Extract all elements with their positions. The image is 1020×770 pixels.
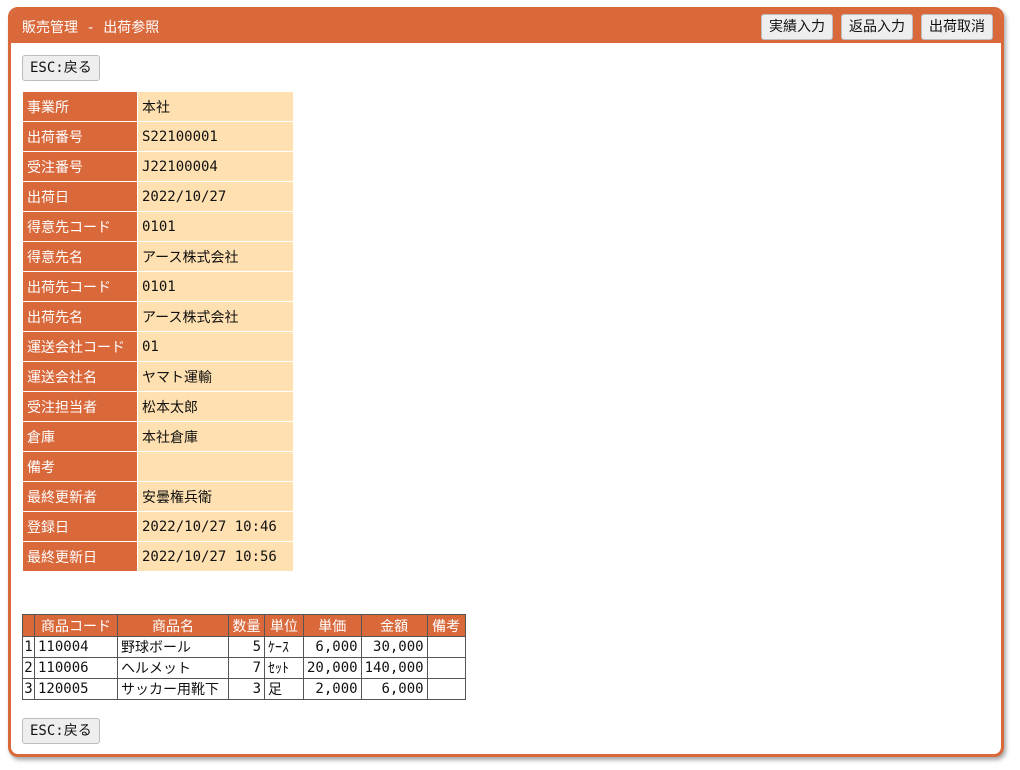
quantity: 5 [228,636,265,658]
table-row: 2 110006 ヘルメット 7 ｾｯﾄ 20,000 140,000 [22,657,466,679]
shipment-items-table: 商品コード 商品名 数量 単位 単価 金額 備考 1 110004 野球ボール … [22,614,466,700]
info-value: 本社 [137,92,293,122]
info-label: 倉庫 [23,422,137,452]
info-row: 受注番号 J22100004 [23,152,293,182]
info-label: 受注担当者 [23,392,137,422]
info-label: 受注番号 [23,152,137,182]
title-bar: 販売管理 - 出荷参照 実績入力 返品入力 出荷取消 [11,10,1001,43]
row-number: 1 [22,636,35,658]
unit: ｾｯﾄ [264,657,304,679]
info-label: 出荷先コード [23,272,137,302]
info-label: 出荷日 [23,182,137,212]
info-row: 出荷先コード 0101 [23,272,293,302]
info-label: 運送会社コード [23,332,137,362]
window-title: 販売管理 - 出荷参照 [22,19,160,36]
info-value: アース株式会社 [137,242,293,272]
info-value: 2022/10/27 [137,182,293,212]
info-value: 本社倉庫 [137,422,293,452]
amount: 30,000 [360,636,428,658]
info-row: 受注担当者 松本太郎 [23,392,293,422]
row-number: 3 [22,678,35,700]
info-row: 得意先名 アース株式会社 [23,242,293,272]
col-header-product-name: 商品名 [117,614,229,637]
esc-back-button-top[interactable]: ESC:戻る [22,55,100,81]
info-row: 倉庫 本社倉庫 [23,422,293,452]
info-row: 備考 [23,452,293,482]
quantity: 3 [228,678,265,700]
info-value: 松本太郎 [137,392,293,422]
col-header-no [22,614,35,637]
note [426,657,466,679]
amount: 6,000 [360,678,428,700]
col-header-product-code: 商品コード [34,614,118,637]
table-row: 1 110004 野球ボール 5 ｹｰｽ 6,000 30,000 [22,636,466,658]
info-row: 運送会社コード 01 [23,332,293,362]
info-value: 安曇権兵衛 [137,482,293,512]
info-label: 出荷先名 [23,302,137,332]
product-code: 110004 [34,636,118,658]
info-label: 運送会社名 [23,362,137,392]
info-row: 最終更新者 安曇権兵衛 [23,482,293,512]
cancel-shipment-button[interactable]: 出荷取消 [921,13,993,40]
info-value: 2022/10/27 10:56 [137,542,293,572]
note [426,678,466,700]
info-row: 出荷日 2022/10/27 [23,182,293,212]
quantity: 7 [228,657,265,679]
info-label: 得意先名 [23,242,137,272]
info-row: 運送会社名 ヤマト運輸 [23,362,293,392]
app-window: 販売管理 - 出荷参照 実績入力 返品入力 出荷取消 ESC:戻る 事業所 本社 … [8,7,1004,757]
row-number: 2 [22,657,35,679]
col-header-note: 備考 [426,614,466,637]
info-label: 登録日 [23,512,137,542]
info-row: 出荷番号 S22100001 [23,122,293,152]
product-code: 110006 [34,657,118,679]
info-label: 備考 [23,452,137,482]
info-label: 事業所 [23,92,137,122]
info-value: J22100004 [137,152,293,182]
col-header-unit-price: 単価 [303,614,362,637]
info-value: 0101 [137,272,293,302]
unit-price: 6,000 [303,636,362,658]
info-label: 最終更新日 [23,542,137,572]
info-row: 出荷先名 アース株式会社 [23,302,293,332]
unit: 足 [264,678,304,700]
product-name: サッカー用靴下 [117,678,229,700]
col-header-quantity: 数量 [228,614,265,637]
esc-back-button-bottom[interactable]: ESC:戻る [22,718,100,744]
table-row: 3 120005 サッカー用靴下 3 足 2,000 6,000 [22,678,466,700]
info-label: 出荷番号 [23,122,137,152]
info-value: アース株式会社 [137,302,293,332]
col-header-unit: 単位 [264,614,304,637]
info-row: 事業所 本社 [23,92,293,122]
info-row: 得意先コード 0101 [23,212,293,242]
unit-price: 20,000 [303,657,362,679]
info-row: 登録日 2022/10/27 10:46 [23,512,293,542]
info-value: ヤマト運輸 [137,362,293,392]
shipment-info-table: 事業所 本社 出荷番号 S22100001 受注番号 J22100004 出荷日 202… [23,92,293,572]
product-code: 120005 [34,678,118,700]
info-label: 得意先コード [23,212,137,242]
info-value: 01 [137,332,293,362]
results-entry-button[interactable]: 実績入力 [761,13,833,40]
info-value: 2022/10/27 10:46 [137,512,293,542]
col-header-amount: 金額 [360,614,428,637]
product-name: 野球ボール [117,636,229,658]
product-name: ヘルメット [117,657,229,679]
note [426,636,466,658]
unit: ｹｰｽ [264,636,304,658]
info-value: 0101 [137,212,293,242]
info-label: 最終更新者 [23,482,137,512]
header-actions: 実績入力 返品入力 出荷取消 [761,13,993,40]
unit-price: 2,000 [303,678,362,700]
items-header-row: 商品コード 商品名 数量 単位 単価 金額 備考 [22,614,466,637]
info-value [137,452,293,482]
amount: 140,000 [360,657,428,679]
info-value: S22100001 [137,122,293,152]
info-row: 最終更新日 2022/10/27 10:56 [23,542,293,572]
return-entry-button[interactable]: 返品入力 [841,13,913,40]
